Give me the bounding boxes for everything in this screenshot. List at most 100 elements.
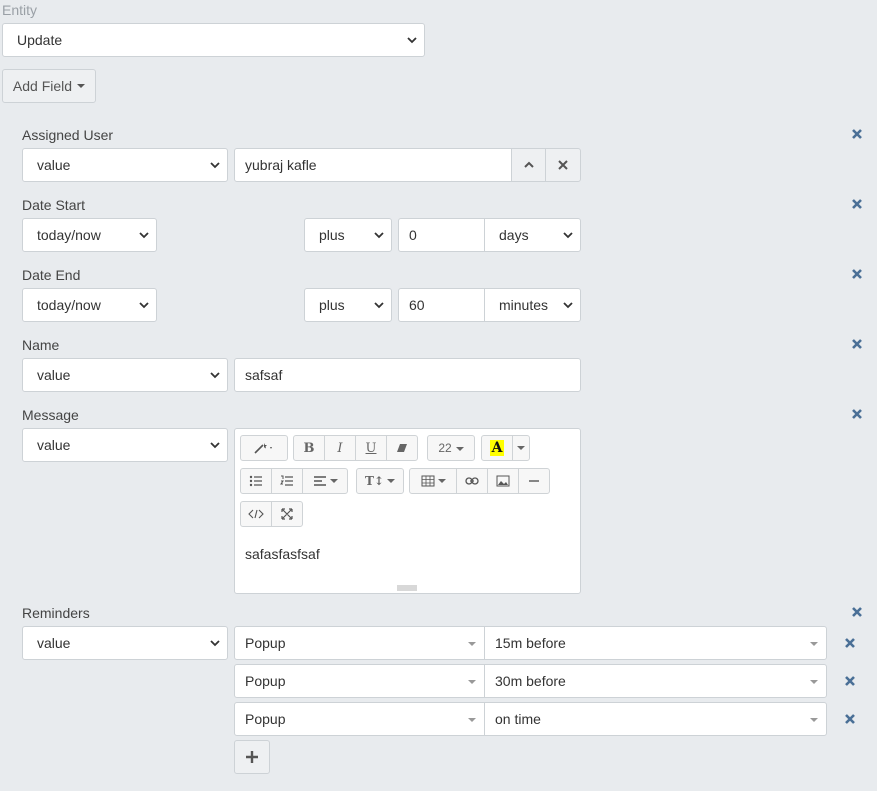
magic-style-button[interactable] [240, 435, 288, 461]
horizontal-rule-icon [529, 480, 539, 482]
reminder-time-select[interactable]: 15m before [484, 626, 827, 660]
text-height-icon: T↕ [365, 474, 384, 488]
image-button[interactable] [487, 468, 519, 494]
table-icon [421, 475, 434, 487]
remove-assigned-user-icon[interactable] [850, 127, 864, 141]
caret-down-icon [810, 642, 818, 646]
horizontal-rule-button[interactable] [518, 468, 550, 494]
remove-name-icon[interactable] [850, 337, 864, 351]
line-height-button[interactable]: T↕ [356, 468, 404, 494]
chevron-down-icon [210, 442, 220, 449]
date-end-amount-input[interactable]: 60 [398, 288, 485, 322]
date-start-op-select[interactable]: plus [304, 218, 392, 252]
date-start-unit-select[interactable]: days [484, 218, 581, 252]
reminder-time-select[interactable]: on time [484, 702, 827, 736]
eraser-button[interactable] [386, 435, 418, 461]
fullscreen-icon [281, 508, 293, 520]
caret-down-icon [77, 84, 86, 88]
name-type-select[interactable]: value [22, 358, 228, 392]
remove-message-icon[interactable] [850, 407, 864, 421]
plus-icon [246, 751, 258, 763]
fullscreen-button[interactable] [271, 501, 303, 527]
message-type-select[interactable]: value [22, 428, 228, 462]
reminder-type-select[interactable]: Popup [234, 664, 485, 698]
caret-down-icon [468, 642, 476, 646]
chevron-down-icon [407, 37, 417, 44]
date-start-base-select[interactable]: today/now [22, 218, 157, 252]
date-start-label: Date Start [22, 197, 86, 213]
color-group: A [481, 435, 530, 461]
list-group [240, 468, 348, 494]
chevron-down-icon [374, 302, 384, 309]
assigned-user-select-button[interactable] [511, 148, 546, 182]
table-button[interactable] [409, 468, 457, 494]
font-size-button[interactable]: 22 [427, 435, 475, 461]
caret-down-icon [517, 446, 525, 450]
remove-reminders-icon[interactable] [850, 605, 864, 619]
link-icon [465, 477, 479, 485]
bold-button[interactable]: B [293, 435, 325, 461]
image-icon [496, 475, 510, 487]
resize-handle-icon[interactable] [397, 585, 417, 591]
date-end-op-select[interactable]: plus [304, 288, 392, 322]
name-input[interactable]: safsaf [234, 358, 581, 392]
chevron-down-icon [563, 302, 573, 309]
assigned-user-label: Assigned User [22, 127, 114, 143]
font-style-group: B I U [293, 435, 418, 461]
message-editor: B I U 22 A T↕ safasfasfsaf [234, 428, 581, 594]
entity-select[interactable]: Update [2, 23, 425, 57]
close-icon [558, 160, 568, 170]
reminder-time-select[interactable]: 30m before [484, 664, 827, 698]
view-group [240, 501, 303, 527]
date-end-label: Date End [22, 267, 81, 283]
bullet-list-icon [249, 475, 262, 487]
reminders-type-select[interactable]: value [22, 626, 228, 660]
numbered-list-button[interactable] [271, 468, 303, 494]
name-label: Name [22, 337, 60, 353]
magic-wand-icon [254, 443, 272, 454]
caret-down-icon [468, 718, 476, 722]
paragraph-button[interactable] [302, 468, 348, 494]
remove-reminder-icon[interactable] [843, 712, 857, 726]
add-field-button[interactable]: Add Field [2, 69, 96, 103]
numbered-list-icon [280, 475, 293, 486]
color-dropdown-button[interactable] [512, 435, 530, 461]
remove-date-end-icon[interactable] [850, 267, 864, 281]
assigned-user-clear-button[interactable] [545, 148, 581, 182]
remove-date-start-icon[interactable] [850, 197, 864, 211]
date-end-unit-select[interactable]: minutes [484, 288, 581, 322]
remove-reminder-icon[interactable] [843, 674, 857, 688]
caret-down-icon [386, 479, 395, 483]
reminder-type-select[interactable]: Popup [234, 702, 485, 736]
reminders-label: Reminders [22, 605, 90, 621]
chevron-down-icon [210, 372, 220, 379]
italic-button[interactable]: I [324, 435, 356, 461]
caret-down-icon [810, 718, 818, 722]
message-content[interactable]: safasfasfsaf [245, 546, 320, 562]
chevron-down-icon [210, 162, 220, 169]
bullet-list-button[interactable] [240, 468, 272, 494]
message-label: Message [22, 407, 79, 423]
date-start-amount-input[interactable]: 0 [398, 218, 485, 252]
chevron-down-icon [139, 232, 149, 239]
chevron-down-icon [139, 302, 149, 309]
chevron-down-icon [563, 232, 573, 239]
chevron-up-icon [523, 161, 534, 168]
reminder-type-select[interactable]: Popup [234, 626, 485, 660]
caret-down-icon [810, 680, 818, 684]
link-button[interactable] [456, 468, 488, 494]
underline-button[interactable]: U [355, 435, 387, 461]
highlight-color-button[interactable]: A [481, 435, 513, 461]
code-view-button[interactable] [240, 501, 272, 527]
assigned-user-input[interactable]: yubraj kafle [234, 148, 512, 182]
assigned-user-type-select[interactable]: value [22, 148, 228, 182]
caret-down-icon [329, 479, 338, 483]
add-reminder-button[interactable] [234, 740, 270, 774]
chevron-down-icon [374, 232, 384, 239]
highlight-color-icon: A [489, 440, 505, 456]
remove-reminder-icon[interactable] [843, 636, 857, 650]
chevron-down-icon [210, 640, 220, 647]
date-end-base-select[interactable]: today/now [22, 288, 157, 322]
eraser-icon [397, 444, 407, 452]
align-left-icon [313, 476, 326, 486]
